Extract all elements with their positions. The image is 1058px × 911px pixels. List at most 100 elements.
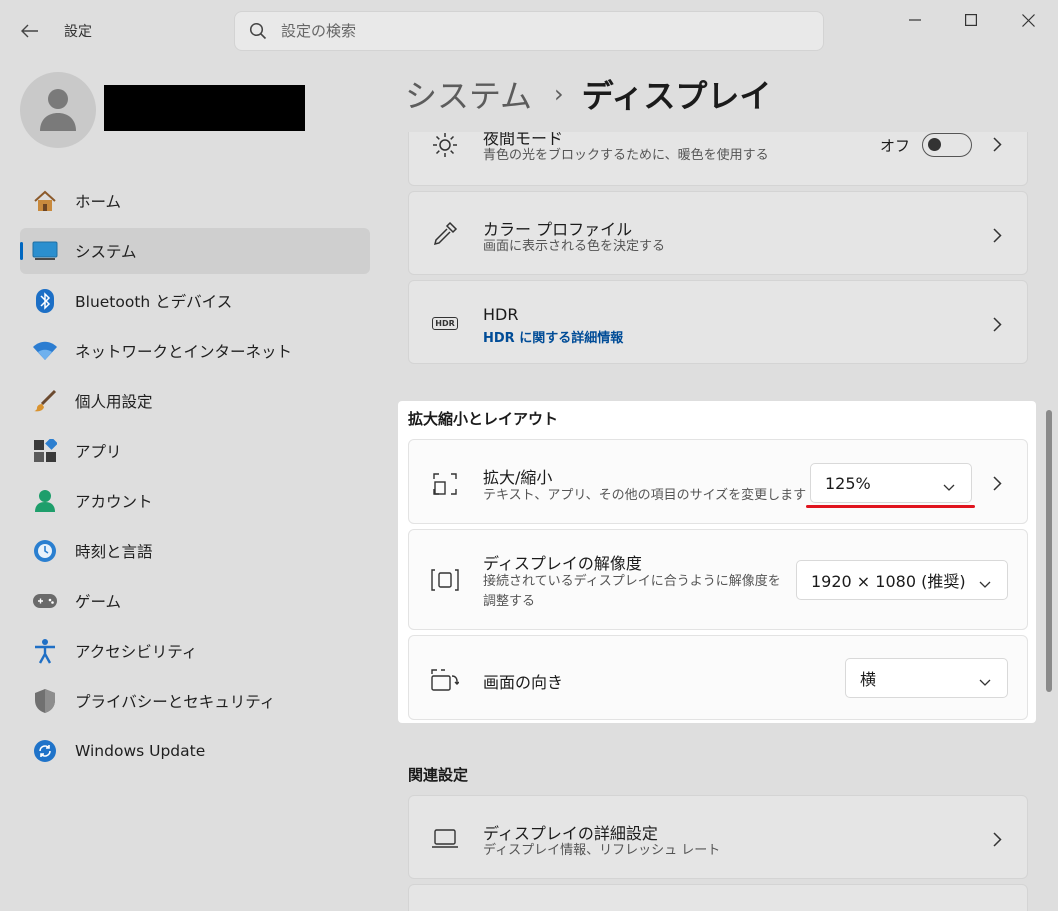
resolution-subtitle-line1: 接続されているディスプレイに合うように解像度を [483, 574, 781, 589]
clock-globe-icon [32, 538, 58, 564]
home-icon [32, 188, 58, 214]
chevron-right-icon[interactable] [989, 475, 1005, 491]
breadcrumb: システム › ディスプレイ [405, 70, 771, 118]
scrollbar-thumb[interactable] [1046, 410, 1052, 692]
sidebar-item-label: アプリ [75, 443, 122, 461]
sidebar-item-apps[interactable]: アプリ [20, 428, 370, 474]
sidebar-item-gaming[interactable]: ゲーム [20, 578, 370, 624]
chevron-right-icon [989, 831, 1005, 847]
sidebar-item-system[interactable]: システム [20, 228, 370, 274]
resolution-value: 1920 × 1080 (推奨) [811, 572, 966, 591]
minimize-icon [909, 19, 921, 21]
sidebar-item-label: システム [75, 243, 137, 261]
red-underline-annotation [806, 505, 975, 508]
resolution-icon [429, 564, 461, 596]
night-light-toggle-label: オフ [880, 137, 911, 155]
scale-subtitle: テキスト、アプリ、その他の項目のサイズを変更します [483, 488, 807, 503]
next-setting-card[interactable] [408, 884, 1028, 911]
sidebar-item-accessibility[interactable]: アクセシビリティ [20, 628, 370, 674]
night-light-card[interactable]: 夜間モード 青色の光をブロックするために、暖色を使用する オフ [408, 132, 1028, 186]
scale-title: 拡大/縮小 [483, 468, 553, 487]
orientation-icon [429, 664, 461, 696]
sidebar-item-home[interactable]: ホーム [20, 178, 370, 224]
minimize-button[interactable] [892, 4, 938, 36]
sidebar-item-bluetooth[interactable]: Bluetooth とデバイス [20, 278, 370, 324]
scale-icon [429, 468, 461, 500]
section-title-scale-layout: 拡大縮小とレイアウト [408, 410, 559, 428]
app-title: 設定 [64, 24, 92, 40]
color-profile-subtitle: 画面に表示される色を決定する [483, 239, 666, 254]
update-icon [32, 738, 58, 764]
maximize-icon [965, 14, 977, 26]
search-box[interactable] [234, 11, 824, 51]
sidebar-item-privacy[interactable]: プライバシーとセキュリティ [20, 678, 370, 724]
sidebar-item-label: プライバシーとセキュリティ [75, 693, 276, 711]
user-icon [40, 89, 76, 131]
orientation-value: 横 [860, 670, 877, 689]
chevron-right-icon [989, 136, 1005, 152]
orientation-title: 画面の向き [483, 673, 564, 692]
chevron-right-icon [989, 316, 1005, 332]
sidebar-item-accounts[interactable]: アカウント [20, 478, 370, 524]
sidebar-item-label: アクセシビリティ [75, 643, 198, 661]
eyedropper-icon [429, 218, 461, 250]
close-icon [1021, 13, 1035, 27]
sidebar-nav: ホーム システム Bluetooth とデバイス ネットワークとインターネット … [20, 178, 370, 778]
resolution-dropdown[interactable]: 1920 × 1080 (推奨) [796, 560, 1008, 600]
sidebar-item-label: ホーム [75, 193, 122, 211]
scale-card[interactable]: 拡大/縮小 テキスト、アプリ、その他の項目のサイズを変更します 125% [408, 439, 1028, 524]
sidebar-item-label: ネットワークとインターネット [75, 343, 293, 361]
sidebar-item-label: Bluetooth とデバイス [75, 293, 233, 311]
sidebar-item-label: ゲーム [75, 593, 122, 611]
resolution-subtitle-line2: 調整する [483, 594, 536, 609]
page-title: ディスプレイ [581, 77, 772, 115]
chevron-right-icon [989, 227, 1005, 243]
night-light-toggle[interactable] [922, 133, 972, 157]
chevron-down-icon [979, 672, 991, 691]
wifi-icon [32, 338, 58, 364]
maximize-button[interactable] [948, 4, 994, 36]
shield-icon [32, 688, 58, 714]
hdr-title: HDR [483, 305, 519, 324]
content-pane: 夜間モード 青色の光をブロックするために、暖色を使用する オフ カラー プロファ… [408, 132, 1028, 911]
laptop-icon [429, 823, 461, 855]
section-title-related: 関連設定 [408, 766, 469, 784]
close-button[interactable] [1005, 4, 1051, 36]
hdr-card[interactable]: HDR HDR HDR に関する詳細情報 [408, 280, 1028, 364]
advanced-display-subtitle: ディスプレイ情報、リフレッシュ レート [483, 843, 721, 858]
apps-icon [32, 438, 58, 464]
sidebar-item-label: 時刻と言語 [75, 543, 153, 561]
sidebar-item-label: アカウント [75, 493, 153, 511]
brush-icon [32, 388, 58, 414]
gamepad-icon [32, 588, 58, 614]
chevron-down-icon [979, 574, 991, 593]
advanced-display-card[interactable]: ディスプレイの詳細設定 ディスプレイ情報、リフレッシュ レート [408, 795, 1028, 879]
search-icon [249, 22, 267, 40]
search-input[interactable] [281, 22, 801, 40]
sidebar-item-time-language[interactable]: 時刻と言語 [20, 528, 370, 574]
sidebar-item-personalization[interactable]: 個人用設定 [20, 378, 370, 424]
sidebar-item-network[interactable]: ネットワークとインターネット [20, 328, 370, 374]
resolution-title: ディスプレイの解像度 [483, 554, 642, 573]
breadcrumb-separator: › [554, 80, 564, 108]
redacted-user-name [104, 85, 305, 131]
scale-dropdown[interactable]: 125% [810, 463, 972, 503]
back-button[interactable] [14, 16, 46, 46]
monitor-icon [32, 238, 58, 264]
orientation-card: 画面の向き 横 [408, 635, 1028, 720]
scale-value: 125% [825, 473, 871, 493]
avatar[interactable] [20, 72, 96, 148]
accessibility-icon [32, 638, 58, 664]
resolution-card: ディスプレイの解像度 接続されているディスプレイに合うように解像度を 調整する … [408, 529, 1028, 630]
sidebar-item-label: Windows Update [75, 742, 206, 760]
breadcrumb-parent[interactable]: システム [405, 71, 532, 117]
sidebar-item-windows-update[interactable]: Windows Update [20, 728, 370, 774]
color-profile-card[interactable]: カラー プロファイル 画面に表示される色を決定する [408, 191, 1028, 275]
account-icon [32, 488, 58, 514]
orientation-dropdown[interactable]: 横 [845, 658, 1008, 698]
hdr-icon: HDR [429, 307, 461, 339]
night-light-subtitle: 青色の光をブロックするために、暖色を使用する [483, 148, 769, 163]
hdr-info-link[interactable]: HDR に関する詳細情報 [483, 327, 623, 346]
brightness-icon [429, 132, 461, 161]
bluetooth-icon [32, 288, 58, 314]
